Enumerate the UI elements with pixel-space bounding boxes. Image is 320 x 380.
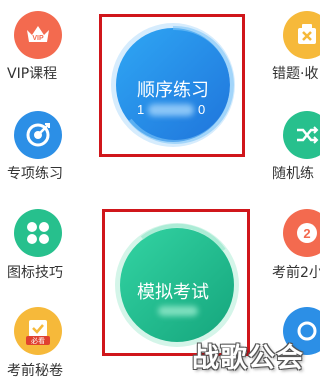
clock-icon: 2 — [283, 209, 320, 257]
sequential-count-prefix: 1 — [137, 102, 145, 117]
sequential-count-suffix: 0 — [198, 102, 206, 117]
special-practice-item[interactable]: 专项练习 — [0, 100, 80, 190]
svg-text:2: 2 — [303, 226, 310, 241]
grid-dots-icon — [14, 209, 62, 257]
crown-icon: VIP — [14, 11, 62, 59]
wrong-questions-label: 错题·收 — [272, 66, 319, 82]
svg-text:必看: 必看 — [31, 336, 45, 345]
exam-secret-item[interactable]: 必看 考前秘卷 — [0, 298, 80, 379]
sequential-practice-label: 顺序练习 — [137, 80, 209, 101]
sequential-practice-button[interactable]: 顺序练习 1 0 — [108, 20, 238, 150]
icon-tips-item[interactable]: 图标技巧 — [0, 198, 80, 288]
vip-course-label: VIP课程 — [7, 66, 58, 82]
exam-2hours-item[interactable]: 2 考前2小 — [268, 198, 320, 288]
exam-secret-label: 考前秘卷 — [7, 363, 63, 379]
scroll-icon: 必看 — [14, 307, 62, 355]
random-practice-item[interactable]: 随机练 — [268, 100, 320, 190]
wrong-questions-item[interactable]: 错题·收 — [268, 0, 320, 90]
exam-2hours-label: 考前2小 — [272, 265, 320, 281]
random-practice-label: 随机练 — [272, 166, 314, 182]
svg-text:VIP: VIP — [32, 35, 44, 42]
close-box-icon — [283, 11, 320, 59]
icon-tips-label: 图标技巧 — [7, 265, 63, 281]
shuffle-icon — [283, 111, 320, 159]
mock-exam-button[interactable]: 模拟考试 — [112, 220, 242, 350]
special-practice-label: 专项练习 — [7, 166, 63, 182]
sequential-count-blur — [148, 104, 194, 116]
watermark-logo: 战歌公会 — [192, 334, 318, 374]
mock-exam-sub-blur — [158, 306, 198, 316]
vip-course-item[interactable]: VIP VIP课程 — [0, 0, 80, 90]
mock-exam-label: 模拟考试 — [137, 282, 209, 303]
target-icon — [14, 111, 62, 159]
watermark-text: 战歌公会 — [192, 343, 304, 374]
